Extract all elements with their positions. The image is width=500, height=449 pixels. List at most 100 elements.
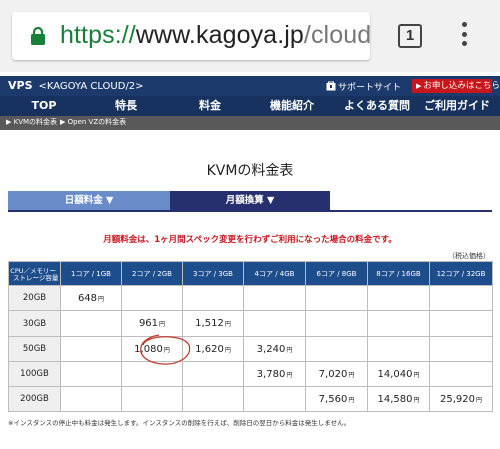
table-row: 100GB 3,780円 7,020円 14,040円 (8, 361, 493, 387)
price-cell: 14,040円 (367, 361, 430, 387)
price-value: 14,040 (377, 368, 413, 380)
brand-sub: <KAGOYA CLOUD/2> (38, 81, 144, 92)
price-cell (182, 285, 244, 311)
support-site-link[interactable]: サポートサイト (326, 80, 401, 93)
price-value: 7,560 (318, 393, 348, 405)
arrow-right-icon: ▶ (416, 82, 422, 90)
url-scheme: https:// (60, 21, 136, 49)
price-value: 7,020 (318, 368, 348, 380)
price-value: 648 (77, 292, 98, 304)
subnav-link-kvm[interactable]: ▶ KVMの料金表 (6, 117, 57, 127)
price-cell (429, 285, 493, 311)
column-header: 12コア / 32GB (429, 261, 493, 286)
site-header: VPS <KAGOYA CLOUD/2> サポートサイト ▶ お申し込みはこちら (0, 76, 500, 96)
main-nav: TOP 特長 料金 機能紹介 よくある質問 ご利用ガイド (0, 96, 500, 121)
nav-item-top[interactable]: TOP (0, 96, 88, 116)
subnav-label-kvm: KVMの料金表 (13, 118, 58, 126)
price-value: 3,240 (256, 343, 286, 355)
corner-storage-label: ストレージ容量 (13, 274, 59, 282)
page-title: KVMの料金表 (206, 163, 294, 179)
tab-switcher-icon[interactable]: 1 (398, 24, 422, 48)
nav-item-faq[interactable]: よくある質問 (332, 96, 422, 116)
annotation-circle (140, 334, 191, 365)
yen-unit: 円 (348, 371, 355, 379)
site-logo[interactable]: VPS <KAGOYA CLOUD/2> (8, 79, 144, 92)
yen-unit: 円 (413, 371, 420, 379)
price-table: CPU／メモリー ストレージ容量 1コア / 1GB 2コア / 2GB 3コア… (8, 261, 493, 412)
yen-unit: 円 (475, 396, 482, 404)
price-cell: 3,780円 (243, 361, 306, 387)
price-cell (429, 310, 493, 337)
price-cell (121, 285, 183, 311)
support-icon (326, 81, 336, 91)
pricing-notice: 月額料金は、1ヶ月間スペック変更を行わずご利用になった場合の料金です。 (103, 235, 397, 245)
overflow-menu-icon[interactable] (460, 22, 468, 50)
yen-unit: 円 (98, 295, 105, 303)
footnote: ※インスタンスの停止中も料金は発生します。インスタンスの削除を行えば、削除日の翌… (8, 419, 351, 427)
table-corner-cell: CPU／メモリー ストレージ容量 (8, 261, 61, 286)
price-cell: 7,020円 (305, 361, 368, 387)
storage-cell: 200GB (8, 386, 61, 412)
column-header: 3コア / 3GB (182, 261, 244, 286)
price-cell (60, 336, 122, 362)
price-cell: 3,240円 (243, 336, 306, 362)
price-cell (60, 386, 122, 412)
tax-note: （税込価格） (448, 252, 490, 260)
price-cell (367, 285, 430, 311)
price-value: 3,780 (256, 368, 286, 380)
storage-cell: 30GB (8, 310, 61, 337)
sub-nav: ▶ KVMの料金表 ▶ Open VZの料金表 (0, 116, 500, 130)
address-bar[interactable]: https://www.kagoya.jp/cloud/v (12, 12, 370, 60)
nav-item-guide[interactable]: ご利用ガイド (414, 96, 500, 116)
price-cell: 7,560円 (305, 386, 368, 412)
price-value: 1,512 (195, 318, 224, 329)
yen-unit: 円 (224, 321, 231, 328)
tab-divider (8, 210, 492, 212)
price-value: 1,620 (195, 343, 224, 355)
lock-icon (31, 27, 45, 45)
url-text: https://www.kagoya.jp/cloud/v (60, 21, 370, 50)
column-header: 2コア / 2GB (121, 261, 183, 286)
yen-unit: 円 (286, 346, 293, 354)
price-cell (243, 386, 306, 412)
nav-item-features[interactable]: 特長 (82, 96, 170, 116)
url-path: /cloud/v (303, 21, 370, 49)
price-cell: 14,580円 (367, 386, 430, 412)
table-row: 200GB 7,560円 14,580円 25,920円 (8, 386, 493, 412)
price-cell (121, 386, 183, 412)
nav-item-functions[interactable]: 機能紹介 (248, 96, 336, 116)
price-value: 14,580 (377, 393, 413, 405)
apply-label: お申し込みはこちら (423, 81, 500, 91)
subnav-label-openvz: Open VZの料金表 (67, 118, 127, 126)
yen-unit: 円 (224, 346, 231, 354)
brand-name: VPS (8, 79, 33, 92)
price-cell (60, 310, 122, 337)
price-cell: 25,920円 (429, 386, 493, 412)
apply-button[interactable]: ▶ お申し込みはこちら (412, 79, 500, 93)
subnav-link-openvz[interactable]: ▶ Open VZの料金表 (60, 117, 126, 127)
yen-unit: 円 (348, 396, 355, 404)
yen-unit: 円 (159, 321, 166, 328)
price-cell: 648円 (60, 285, 122, 311)
yen-unit: 円 (413, 396, 420, 404)
column-header: 4コア / 4GB (243, 261, 306, 286)
yen-unit: 円 (286, 371, 293, 379)
price-cell (305, 336, 368, 362)
tab-monthly-price[interactable]: 月額換算 ▼ (170, 191, 330, 210)
price-cell (60, 361, 122, 387)
storage-cell: 100GB (8, 361, 61, 387)
browser-toolbar: https://www.kagoya.jp/cloud/v 1 (0, 0, 500, 72)
price-cell (367, 336, 430, 362)
storage-cell: 50GB (8, 336, 61, 362)
support-label: サポートサイト (338, 83, 402, 93)
price-value: 25,920 (439, 393, 475, 405)
tab-daily-price[interactable]: 日額料金 ▼ (8, 191, 170, 210)
table-header-row: CPU／メモリー ストレージ容量 1コア / 1GB 2コア / 2GB 3コア… (8, 261, 493, 286)
price-cell (429, 361, 493, 387)
table-row: 20GB 648円 (8, 285, 493, 311)
price-cell (429, 336, 493, 362)
price-cell (243, 310, 306, 337)
url-host: www.kagoya.jp (135, 21, 304, 49)
price-value: 961 (138, 318, 159, 329)
nav-item-pricing[interactable]: 料金 (166, 96, 254, 121)
